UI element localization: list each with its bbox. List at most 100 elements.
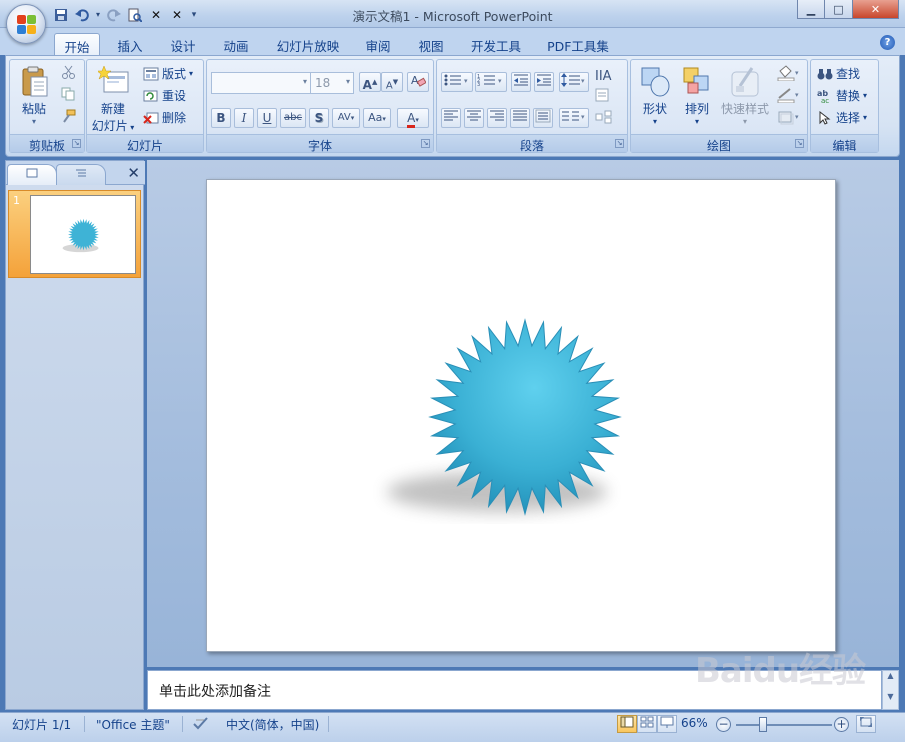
starburst-shape[interactable]	[428, 318, 622, 516]
underline-button[interactable]: U	[257, 108, 277, 128]
zoom-level[interactable]: 66%	[681, 716, 708, 730]
fit-to-window-button[interactable]	[856, 715, 876, 733]
tab-pdf-tools[interactable]: PDF工具集	[540, 33, 616, 55]
spellcheck-icon[interactable]	[192, 716, 210, 733]
tab-view[interactable]: 视图	[409, 33, 453, 55]
save-icon[interactable]	[52, 6, 70, 24]
copy-icon	[61, 87, 77, 101]
font-color-button[interactable]: A▾	[397, 108, 429, 128]
customize-qat-icon[interactable]: ▾	[189, 6, 199, 24]
tab-design[interactable]: 设计	[161, 33, 205, 55]
columns-button[interactable]: ▾	[559, 108, 589, 128]
shape-fill-button[interactable]: ▾	[777, 65, 801, 81]
clear-format-button[interactable]: A	[407, 72, 429, 92]
paste-icon	[19, 66, 49, 97]
shape-outline-button[interactable]: ▾	[777, 87, 801, 103]
tab-developer[interactable]: 开发工具	[462, 33, 530, 55]
slide-thumbnail-1[interactable]: 1	[8, 190, 141, 278]
notes-placeholder[interactable]: 单击此处添加备注	[159, 681, 271, 701]
slideshow-button[interactable]	[657, 715, 677, 733]
x-icon-1[interactable]: ✕	[147, 6, 165, 24]
zoom-in-icon[interactable]: +	[834, 717, 849, 732]
tab-animation[interactable]: 动画	[214, 33, 258, 55]
increase-indent-button[interactable]	[534, 72, 554, 92]
align-text-icon	[595, 88, 609, 102]
tab-review[interactable]: 审阅	[356, 33, 400, 55]
decrease-indent-button[interactable]	[511, 72, 531, 92]
normal-view-button[interactable]	[617, 715, 637, 733]
maximize-button[interactable]: □	[825, 0, 853, 19]
language-indicator[interactable]: 中文(简体，中国)	[226, 716, 319, 733]
align-left-button[interactable]	[441, 108, 461, 128]
office-button[interactable]	[6, 4, 46, 44]
reset-button[interactable]: 重设	[143, 87, 186, 104]
outline-tab[interactable]	[56, 164, 106, 185]
scroll-down-icon[interactable]: ▼	[883, 692, 898, 701]
svg-text:▾: ▾	[464, 77, 468, 85]
change-case-button[interactable]: Aa▾	[363, 108, 391, 128]
tab-home[interactable]: 开始	[54, 33, 100, 55]
char-spacing-button[interactable]: AV▾	[332, 108, 360, 128]
redo-icon[interactable]	[105, 6, 123, 24]
bold-button[interactable]: B	[211, 108, 231, 128]
undo-dropdown-icon[interactable]: ▾	[94, 6, 102, 24]
align-text-button[interactable]	[595, 88, 615, 102]
drawing-group: 形状 ▾ 排列 ▾ 快速样式 ▾ ▾ ▾ ▾ 绘图 ↘	[630, 59, 808, 153]
cut-button[interactable]	[61, 65, 77, 79]
layout-button[interactable]: 版式 ▾	[143, 65, 193, 82]
find-button[interactable]: 查找	[817, 65, 860, 82]
zoom-slider-thumb[interactable]	[759, 717, 767, 732]
smartart-button[interactable]	[595, 110, 615, 124]
copy-button[interactable]	[61, 87, 77, 101]
shape-effects-button[interactable]: ▾	[777, 109, 801, 125]
close-button[interactable]: ✕	[853, 0, 899, 19]
bullets-button[interactable]: ▾	[441, 72, 473, 92]
change-case-label: Aa	[368, 111, 383, 124]
undo-icon[interactable]	[73, 6, 91, 24]
slides-tab[interactable]	[7, 164, 57, 185]
italic-button[interactable]: I	[234, 108, 254, 128]
shrink-font-button[interactable]: A▼	[381, 72, 403, 92]
tab-insert[interactable]: 插入	[108, 33, 152, 55]
zoom-slider-track[interactable]	[736, 724, 832, 726]
clipboard-launcher-icon[interactable]: ↘	[72, 139, 81, 148]
shadow-button[interactable]: S	[309, 108, 329, 128]
minimize-button[interactable]: ▁	[797, 0, 825, 19]
font-name-dropdown[interactable]: ▾	[211, 72, 311, 94]
justify-button[interactable]	[510, 108, 530, 128]
drawing-launcher-icon[interactable]: ↘	[795, 139, 804, 148]
text-direction-button[interactable]: IIA	[595, 66, 621, 84]
scroll-up-icon[interactable]: ▲	[883, 671, 898, 680]
close-pane-icon[interactable]: ✕	[127, 164, 140, 182]
tab-slideshow[interactable]: 幻灯片放映	[268, 33, 348, 55]
new-slide-label-1: 新建	[100, 102, 125, 116]
delete-slide-button[interactable]: 删除	[143, 109, 186, 126]
font-launcher-icon[interactable]: ↘	[421, 139, 430, 148]
grow-font-button[interactable]: A▲	[359, 72, 381, 92]
replace-button[interactable]: ab ac 替换 ▾	[817, 87, 867, 105]
new-slide-button[interactable]: 新建 幻灯片 ▾	[91, 65, 135, 134]
x-icon-2[interactable]: ✕	[168, 6, 186, 24]
paste-button[interactable]: 粘贴 ▾	[16, 66, 52, 126]
help-icon[interactable]: ?	[880, 35, 895, 50]
numbering-button[interactable]: 1 2 3 ▾	[475, 72, 507, 92]
slide-sorter-button[interactable]	[637, 715, 657, 733]
font-size-dropdown[interactable]: 18 ▾	[310, 72, 354, 94]
numbering-icon: 123 ▾	[477, 74, 502, 88]
zoom-out-icon[interactable]: −	[716, 717, 731, 732]
distributed-button[interactable]	[533, 108, 553, 128]
strikethrough-button[interactable]: abc	[280, 108, 306, 128]
brush-icon	[61, 109, 77, 123]
align-right-button[interactable]	[487, 108, 507, 128]
paragraph-launcher-icon[interactable]: ↘	[615, 139, 624, 148]
align-center-button[interactable]	[464, 108, 484, 128]
print-preview-icon[interactable]	[126, 6, 144, 24]
quick-styles-button[interactable]: 快速样式 ▾	[719, 66, 771, 126]
notes-scrollbar[interactable]: ▲ ▼	[882, 670, 899, 710]
shapes-button[interactable]: 形状 ▾	[635, 66, 675, 126]
slide-canvas[interactable]	[206, 179, 836, 652]
format-painter-button[interactable]	[61, 109, 77, 123]
select-button[interactable]: 选择 ▾	[817, 109, 867, 126]
arrange-button[interactable]: 排列 ▾	[677, 66, 717, 126]
line-spacing-button[interactable]: ▾	[559, 72, 589, 92]
